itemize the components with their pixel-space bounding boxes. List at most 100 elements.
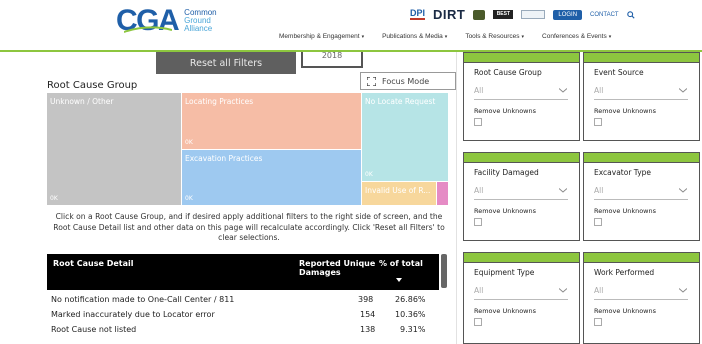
remove-unknowns-checkbox[interactable] xyxy=(474,118,482,126)
chevron-down-icon xyxy=(559,188,567,193)
cell-pct: 26.86% xyxy=(395,295,426,304)
remove-unknowns-label: Remove Unknowns xyxy=(474,207,537,215)
caret-down-icon: ▾ xyxy=(521,34,525,40)
logo-wordmark: Common Ground Alliance xyxy=(184,9,216,33)
remove-unknowns-checkbox[interactable] xyxy=(474,318,482,326)
filter-dropdown[interactable]: All xyxy=(474,184,568,200)
filter-title: Root Cause Group xyxy=(474,68,542,77)
remove-unknowns-checkbox[interactable] xyxy=(594,218,602,226)
remove-unknowns-checkbox[interactable] xyxy=(594,318,602,326)
remove-unknowns-label: Remove Unknowns xyxy=(594,207,657,215)
remove-unknowns-label: Remove Unknowns xyxy=(474,307,537,315)
filter-dropdown[interactable]: All xyxy=(594,184,688,200)
treemap-cell-unknown-other[interactable]: Unknown / Other 0K xyxy=(47,93,181,205)
nav-item-label: Tools & Resources xyxy=(465,33,520,40)
contact-link[interactable]: CONTACT xyxy=(590,12,619,18)
treemap-cell-invalid-use[interactable]: Invalid Use of R... xyxy=(362,182,436,205)
cell-pct: 9.31% xyxy=(400,325,426,334)
nav-item-label: Publications & Media xyxy=(382,33,443,40)
table-scrollbar[interactable] xyxy=(441,254,447,288)
filter-equipment-type: Equipment Type All Remove Unknowns xyxy=(463,252,580,344)
filter-header-bar xyxy=(584,153,699,163)
reset-filters-button[interactable]: Reset all Filters xyxy=(156,52,296,74)
cell-detail: Marked inaccurately due to Locator error xyxy=(51,310,215,319)
dropdown-value: All xyxy=(594,186,604,195)
filter-title: Excavator Type xyxy=(594,168,652,177)
col-header-pct[interactable]: % of total xyxy=(379,259,423,268)
filter-dropdown[interactable]: All xyxy=(594,284,688,300)
remove-unknowns-label: Remove Unknowns xyxy=(594,307,657,315)
treemap-cell-excavation-practices[interactable]: Excavation Practices 0K xyxy=(182,150,361,205)
dpi-link[interactable]: DPI xyxy=(410,9,426,20)
treemap-cell-value: 0K xyxy=(50,195,58,202)
cell-detail: Root Cause not listed xyxy=(51,325,137,334)
chevron-down-icon xyxy=(559,88,567,93)
filter-dropdown[interactable]: All xyxy=(474,284,568,300)
root-cause-detail-table: Root Cause Detail Reported Unique Damage… xyxy=(47,254,439,344)
cell-pct: 10.36% xyxy=(395,310,426,319)
table-header: Root Cause Detail Reported Unique Damage… xyxy=(47,254,439,290)
filter-root-cause-group: Root Cause Group All Remove Unknowns xyxy=(463,52,580,141)
treemap-cell-value: 0K xyxy=(185,139,193,146)
dropdown-value: All xyxy=(474,86,484,95)
chevron-down-icon xyxy=(559,288,567,293)
treemap-cell-label: No Locate Request xyxy=(365,97,436,106)
filter-work-performed: Work Performed All Remove Unknowns xyxy=(583,252,700,344)
col-header-detail[interactable]: Root Cause Detail xyxy=(53,259,133,268)
col-header-damages-line2: Damages xyxy=(299,268,341,277)
focus-mode-icon xyxy=(367,76,376,86)
filter-header-bar xyxy=(464,153,579,163)
partner-badge-icon[interactable] xyxy=(473,9,486,20)
remove-unknowns-checkbox[interactable] xyxy=(474,218,482,226)
dropdown-value: All xyxy=(594,286,604,295)
best-link[interactable]: BEST xyxy=(493,10,514,19)
dirt-link[interactable]: DIRT xyxy=(433,7,465,22)
focus-mode-label: Focus Mode xyxy=(382,76,430,86)
treemap-cell-locating-practices[interactable]: Locating Practices 0K xyxy=(182,93,361,149)
root-cause-treemap: Unknown / Other 0K Locating Practices 0K… xyxy=(47,93,448,205)
cga-logo[interactable]: CGA Common Ground Alliance xyxy=(116,6,217,36)
treemap-cell-label: Excavation Practices xyxy=(185,154,263,163)
filter-header-bar xyxy=(464,53,579,63)
cell-detail: No notification made to One-Call Center … xyxy=(51,295,235,304)
dropdown-value: All xyxy=(474,186,484,195)
remove-unknowns-label: Remove Unknowns xyxy=(594,107,657,115)
caret-down-icon: ▾ xyxy=(608,34,612,40)
table-row[interactable]: Root Cause not listed 138 9.31% xyxy=(47,323,439,337)
site-header: CGA Common Ground Alliance DPI DIRT BEST… xyxy=(0,0,702,50)
filter-dropdown[interactable]: All xyxy=(474,84,568,100)
treemap-cell-other-small[interactable] xyxy=(437,182,448,205)
caret-down-icon: ▾ xyxy=(444,34,448,40)
cell-damages: 398 xyxy=(358,295,374,304)
filter-event-source: Event Source All Remove Unknowns xyxy=(583,52,700,141)
focus-mode-button[interactable]: Focus Mode xyxy=(360,72,456,90)
treemap-cell-value: 0K xyxy=(185,195,193,202)
filter-dropdown[interactable]: All xyxy=(594,84,688,100)
year-selector[interactable]: 2018 xyxy=(301,52,363,68)
nav-item-membership[interactable]: Membership & Engagement ▾ xyxy=(279,33,364,40)
search-icon[interactable] xyxy=(626,10,635,19)
treemap-cell-label: Invalid Use of R... xyxy=(365,186,431,195)
table-row[interactable]: Marked inaccurately due to Locator error… xyxy=(47,308,439,322)
main-nav: Membership & Engagement ▾ Publications & … xyxy=(279,33,611,40)
remove-unknowns-label: Remove Unknowns xyxy=(474,107,537,115)
nav-item-tools[interactable]: Tools & Resources ▾ xyxy=(465,33,524,40)
login-button[interactable]: LOGIN xyxy=(553,9,583,20)
filter-header-bar xyxy=(464,253,579,263)
chevron-down-icon xyxy=(679,88,687,93)
remove-unknowns-checkbox[interactable] xyxy=(594,118,602,126)
dropdown-value: All xyxy=(594,86,604,95)
filter-header-bar xyxy=(584,53,699,63)
table-row[interactable]: No notification made to One-Call Center … xyxy=(47,293,439,307)
partner-logo-icon[interactable] xyxy=(521,10,546,19)
sort-desc-icon[interactable] xyxy=(396,278,402,282)
nav-item-conferences[interactable]: Conferences & Events ▾ xyxy=(542,33,611,40)
col-header-damages[interactable]: Reported Unique Damages xyxy=(299,259,375,277)
treemap-cell-no-locate-request[interactable]: No Locate Request 0K xyxy=(362,93,448,181)
filter-title: Equipment Type xyxy=(474,268,535,277)
filter-excavator-type: Excavator Type All Remove Unknowns xyxy=(583,152,700,241)
chevron-down-icon xyxy=(679,288,687,293)
caret-down-icon: ▾ xyxy=(361,34,365,40)
nav-item-publications[interactable]: Publications & Media ▾ xyxy=(382,33,447,40)
cell-damages: 154 xyxy=(360,310,376,319)
